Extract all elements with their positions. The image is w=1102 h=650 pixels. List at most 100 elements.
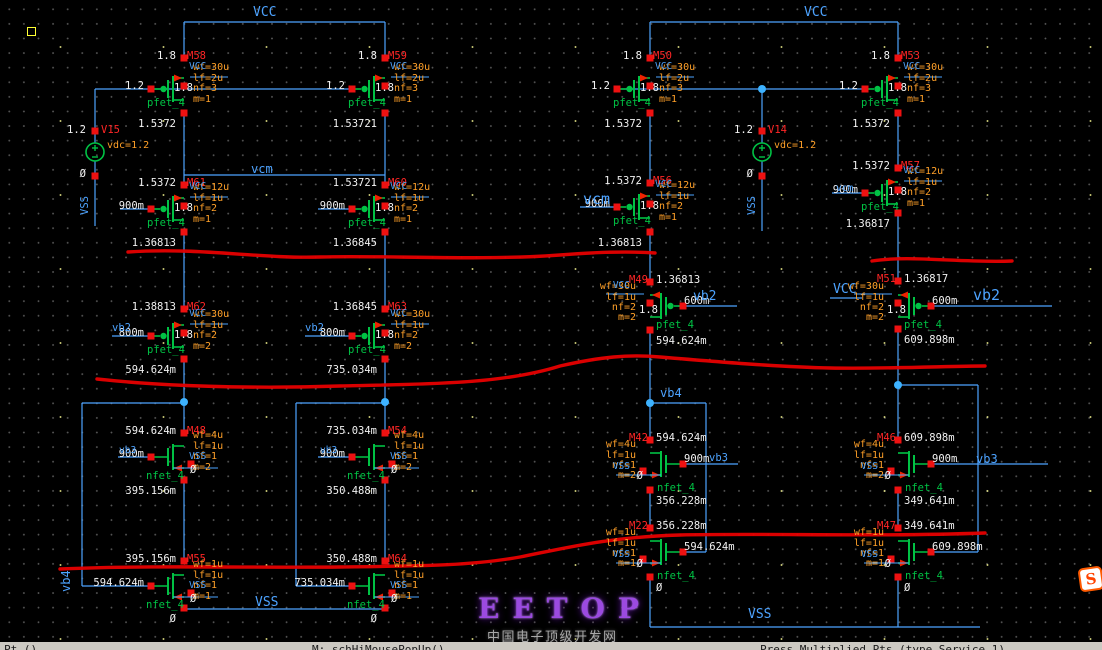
device-param-label[interactable]: wf=4u — [854, 440, 884, 450]
device-param-label[interactable]: nf=2 — [193, 204, 217, 214]
bulk-net-label[interactable]: VSS — [189, 581, 206, 591]
device-param-label[interactable]: m=1 — [193, 95, 211, 105]
net-name-label[interactable]: VCC — [804, 6, 827, 19]
device-param-label[interactable]: m=2 — [193, 342, 211, 352]
device-param-label[interactable]: nf=3 — [394, 84, 418, 94]
pin-square[interactable] — [647, 487, 654, 494]
device-param-label[interactable]: lf=1u — [606, 293, 636, 303]
net-name-label[interactable]: vcm — [251, 163, 273, 175]
pin-square[interactable] — [382, 229, 389, 236]
device-name-label[interactable]: M50 — [653, 51, 672, 62]
device-param-label[interactable]: lf=1u — [606, 539, 636, 549]
net-name-label[interactable]: vcm — [583, 192, 610, 207]
device-param-label[interactable]: lf=1u — [606, 451, 636, 461]
annotation-stroke-red[interactable] — [128, 251, 655, 258]
pin-square[interactable] — [647, 229, 654, 236]
pin-square[interactable] — [647, 110, 654, 117]
pin-square[interactable] — [148, 454, 155, 461]
device-param-label[interactable]: wf=1u — [606, 528, 636, 538]
device-param-label[interactable]: m=1 — [193, 215, 211, 225]
model-label[interactable]: pfet_4 — [348, 98, 386, 109]
device-param-label[interactable]: lf=1u — [854, 451, 884, 461]
device-param-label[interactable]: m=1 — [907, 199, 925, 209]
device-param-label[interactable]: nf=2 — [394, 331, 418, 341]
device-param-label[interactable]: lf=1u — [907, 178, 937, 188]
device-param-label[interactable]: wf=4u — [394, 431, 424, 441]
net-name-label[interactable]: vb2 — [112, 323, 131, 334]
pin-square[interactable] — [148, 333, 155, 340]
net-name-label[interactable]: VSS — [255, 596, 278, 609]
pin-square[interactable] — [895, 110, 902, 117]
pin-square[interactable] — [382, 110, 389, 117]
device-param-label[interactable]: nf=2 — [394, 204, 418, 214]
pin-square[interactable] — [349, 454, 356, 461]
device-param-label[interactable]: m=1 — [659, 213, 677, 223]
pin-square[interactable] — [647, 574, 654, 581]
junction-dot[interactable] — [646, 399, 654, 407]
model-label[interactable]: pfet_4 — [147, 218, 185, 229]
bulk-net-label[interactable]: VCC — [903, 166, 920, 176]
net-name-label[interactable]: vb3 — [320, 446, 337, 456]
device-param-label[interactable]: nf=2 — [907, 188, 931, 198]
pin-square[interactable] — [614, 86, 621, 93]
model-label[interactable]: pfet_4 — [147, 98, 185, 109]
annotation-stroke-red[interactable] — [872, 259, 1012, 262]
source-name-label[interactable]: V15 — [101, 125, 120, 136]
device-param-label[interactable]: lf=2u — [394, 74, 424, 84]
model-label[interactable]: nfet_4 — [657, 571, 695, 582]
device-param-label[interactable]: lf=1u — [193, 442, 223, 452]
bulk-net-label[interactable]: VSS — [861, 550, 878, 560]
net-name-label[interactable]: vb2 — [973, 288, 1000, 303]
device-param-label[interactable]: lf=1u — [193, 321, 223, 331]
device-param-label[interactable]: lf=2u — [659, 74, 689, 84]
device-param-label[interactable]: lf=2u — [907, 74, 937, 84]
model-label[interactable]: pfet_4 — [613, 216, 651, 227]
device-param-label[interactable]: lf=1u — [394, 194, 424, 204]
bulk-net-label[interactable]: VCC — [189, 309, 206, 319]
model-label[interactable]: nfet_4 — [146, 471, 184, 482]
junction-dot[interactable] — [758, 85, 766, 93]
device-param-label[interactable]: wf=4u — [606, 440, 636, 450]
model-label[interactable]: nfet_4 — [657, 483, 695, 494]
bulk-net-label[interactable]: VCC — [613, 281, 630, 291]
device-param-label[interactable]: wf=1u — [394, 560, 424, 570]
source-param-label[interactable]: vdc=1.2 — [107, 141, 149, 151]
pin-square[interactable] — [647, 327, 654, 334]
junction-dot[interactable] — [894, 381, 902, 389]
device-param-label[interactable]: m=1 — [394, 215, 412, 225]
junction-dot[interactable] — [381, 398, 389, 406]
device-param-label[interactable]: lf=1u — [193, 571, 223, 581]
model-label[interactable]: nfet_4 — [905, 571, 943, 582]
model-label[interactable]: nfet_4 — [905, 483, 943, 494]
net-name-label[interactable]: VSS — [80, 196, 91, 215]
pin-square[interactable] — [382, 356, 389, 363]
pin-square[interactable] — [92, 128, 99, 135]
bulk-net-label[interactable]: VSS — [613, 462, 630, 472]
pin-square[interactable] — [759, 173, 766, 180]
pin-square[interactable] — [895, 574, 902, 581]
pin-square[interactable] — [862, 86, 869, 93]
net-name-label[interactable]: vb2 — [693, 290, 716, 303]
device-param-label[interactable]: lf=1u — [854, 539, 884, 549]
model-label[interactable]: pfet_4 — [904, 320, 942, 331]
device-param-label[interactable]: m=1 — [659, 95, 677, 105]
bulk-net-label[interactable]: VCC — [390, 62, 407, 72]
bulk-net-label[interactable]: VCC — [833, 283, 856, 296]
net-name-label[interactable]: vcm — [836, 184, 853, 194]
pin-square[interactable] — [181, 356, 188, 363]
bulk-net-label[interactable]: VCC — [390, 309, 407, 319]
bulk-net-label[interactable]: VSS — [861, 462, 878, 472]
model-label[interactable]: pfet_4 — [348, 218, 386, 229]
bulk-net-label[interactable]: VSS — [613, 550, 630, 560]
device-param-label[interactable]: nf=3 — [193, 84, 217, 94]
pin-square[interactable] — [349, 206, 356, 213]
net-name-label[interactable]: vb3 — [709, 453, 728, 464]
device-name-label[interactable]: M58 — [187, 51, 206, 62]
net-name-label[interactable]: VCC — [253, 6, 276, 19]
device-param-label[interactable]: lf=1u — [659, 192, 689, 202]
pin-square[interactable] — [148, 206, 155, 213]
pin-square[interactable] — [92, 173, 99, 180]
device-param-label[interactable]: m=2 — [394, 342, 412, 352]
model-label[interactable]: pfet_4 — [656, 320, 694, 331]
device-param-label[interactable]: lf=1u — [394, 571, 424, 581]
